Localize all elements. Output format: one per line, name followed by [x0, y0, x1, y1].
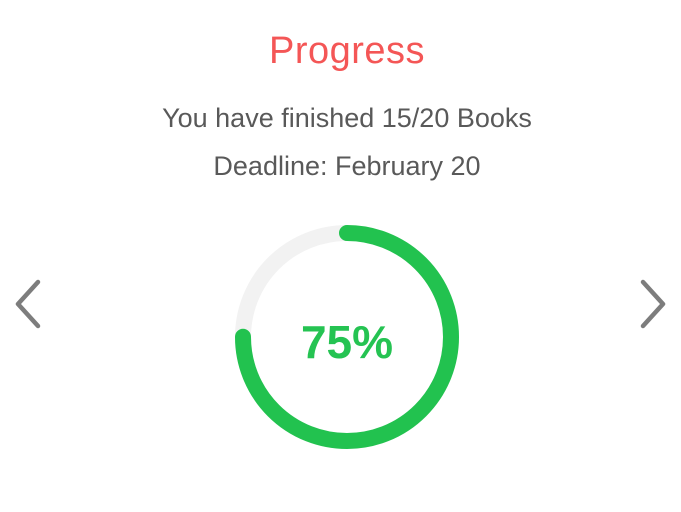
chevron-right-icon: [640, 279, 666, 329]
next-button[interactable]: [633, 276, 673, 332]
progress-card: Progress You have finished 15/20 Books D…: [0, 0, 681, 512]
chevron-left-icon: [15, 279, 41, 329]
progress-percent: 75%: [300, 316, 394, 368]
finished-books-text: You have finished 15/20 Books: [162, 103, 532, 133]
previous-button[interactable]: [8, 276, 48, 332]
deadline-text: Deadline: February 20: [213, 151, 481, 181]
progress-ring: 75%: [232, 222, 462, 452]
progress-title: Progress: [268, 30, 426, 72]
